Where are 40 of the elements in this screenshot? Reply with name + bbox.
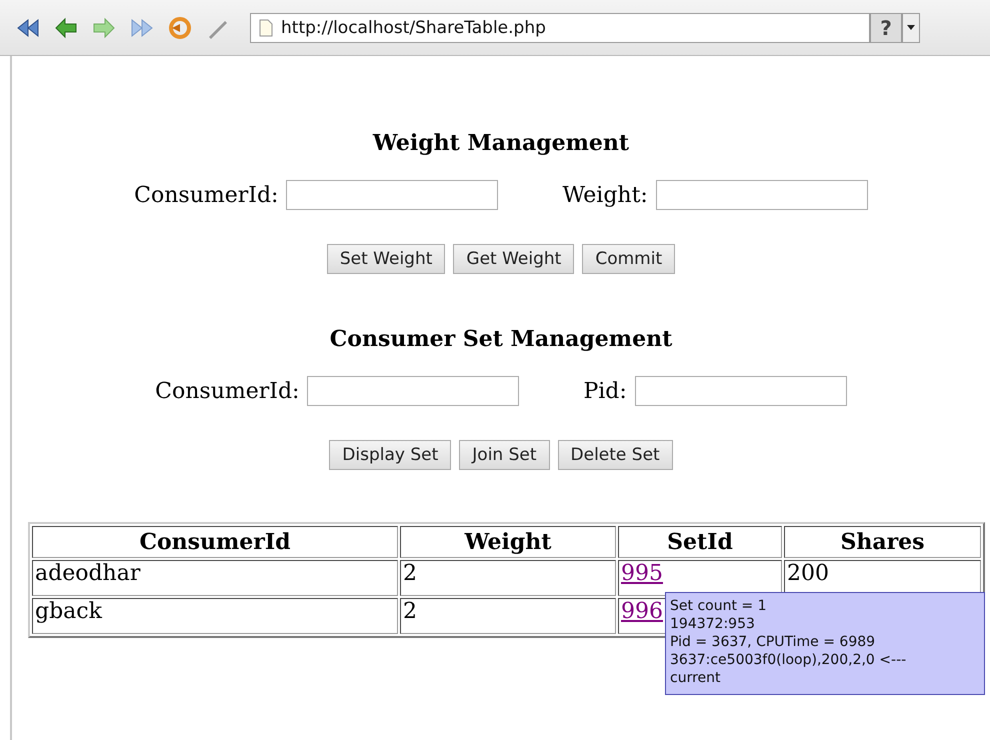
table-cell: adeodhar — [35, 561, 140, 586]
tooltip-text: 3637:ce5003f0(loop),200,2,0 <--- — [670, 651, 906, 669]
form-button[interactable]: Join Set — [459, 440, 550, 470]
back-arrow-icon[interactable] — [54, 16, 78, 40]
field-label: ConsumerId: — [155, 378, 300, 404]
field-label: ConsumerId: — [134, 182, 278, 208]
section-title: Weight Management — [372, 130, 630, 158]
caret-icon — [907, 25, 915, 30]
column-header: ConsumerId — [32, 526, 398, 558]
input-field[interactable] — [286, 180, 498, 210]
column-header: Shares — [784, 526, 981, 558]
section-title: Consumer Set Management — [330, 326, 672, 354]
input-field[interactable] — [656, 180, 868, 210]
form-button[interactable]: Display Set — [329, 440, 452, 470]
form-button[interactable]: Commit — [582, 244, 676, 274]
field-label: Pid: — [583, 378, 627, 404]
table-cell: 2 — [403, 561, 417, 586]
form-button[interactable]: Get Weight — [453, 244, 574, 274]
reload-icon[interactable] — [168, 16, 192, 40]
tooltip-text: Set count = 1 — [670, 597, 766, 615]
column-header: Weight — [400, 526, 616, 558]
table-cell: gback — [35, 599, 102, 624]
set-link[interactable]: 995 — [621, 561, 663, 586]
table-cell: 2 — [403, 599, 417, 624]
tooltip-text: current — [670, 669, 721, 687]
input-field[interactable] — [307, 376, 520, 406]
form-button[interactable]: Delete Set — [558, 440, 673, 470]
input-field[interactable] — [634, 376, 847, 406]
tooltip-text: 194372:953 — [670, 615, 755, 633]
field-label: Weight: — [562, 182, 648, 208]
column-header: SetId — [618, 526, 782, 558]
form-button[interactable]: Set Weight — [326, 244, 446, 274]
table-cell: 200 — [787, 561, 829, 586]
address-field[interactable]: http://localhost/ShareTable.php — [250, 12, 870, 42]
forward-arrow-icon[interactable] — [92, 16, 116, 40]
dropdown-button[interactable] — [902, 12, 920, 42]
page-icon — [259, 18, 273, 36]
tooltip-text: Pid = 3637, CPUTime = 6989 — [670, 633, 876, 651]
set-link[interactable]: 996 — [621, 599, 663, 624]
help-button[interactable]: ? — [870, 12, 902, 42]
